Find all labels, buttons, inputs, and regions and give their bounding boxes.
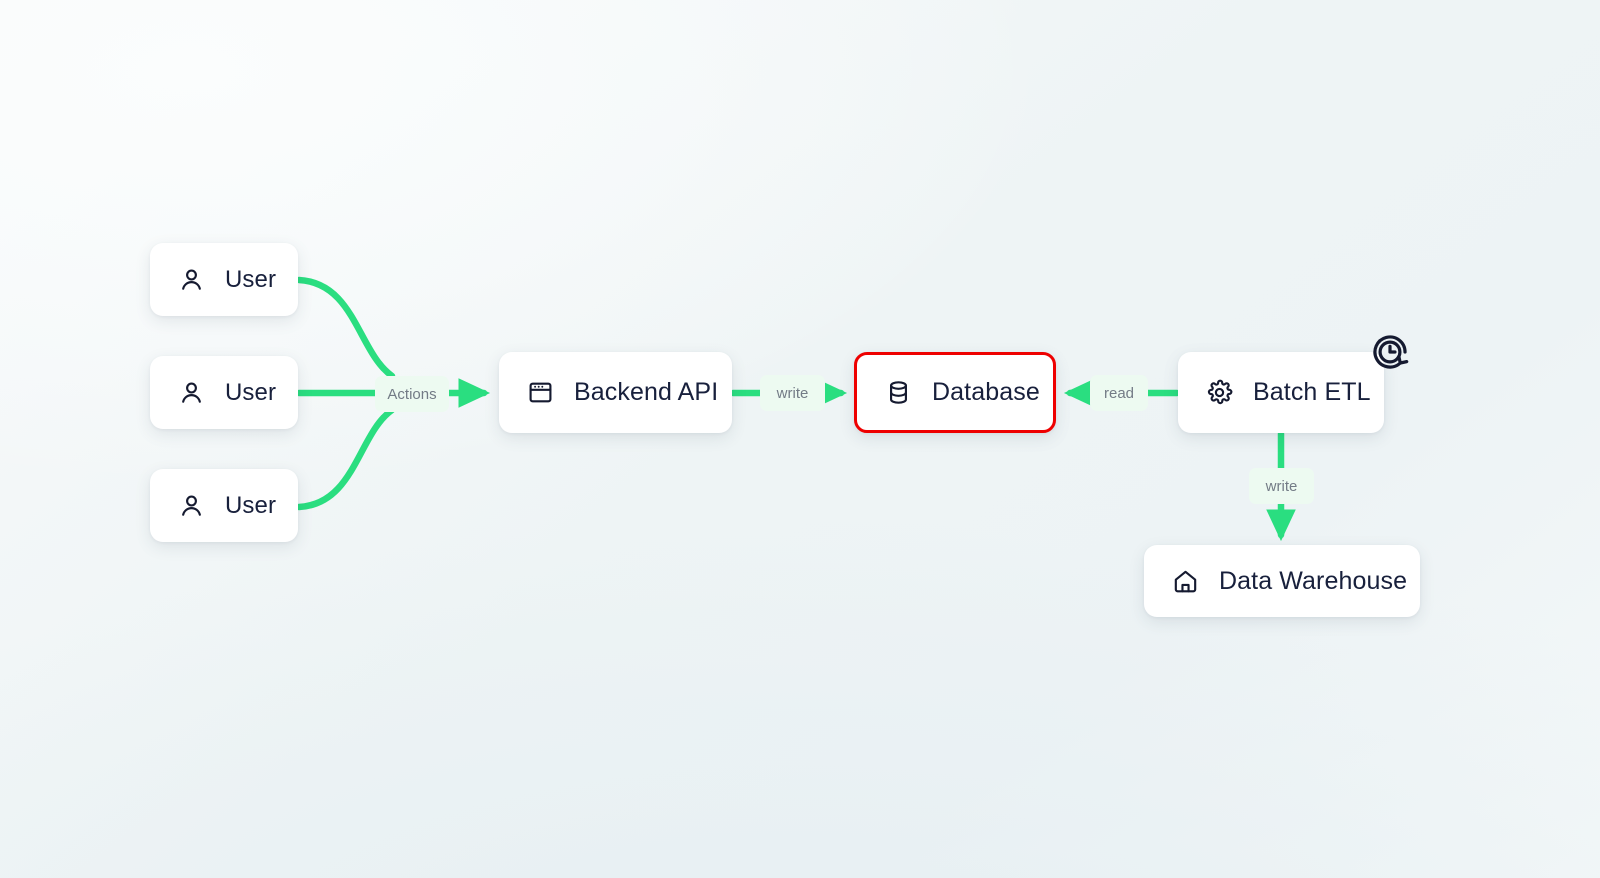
edge-label-text: Actions — [387, 385, 437, 403]
node-batch-etl[interactable]: Batch ETL — [1178, 352, 1384, 433]
node-user-2[interactable]: User — [150, 356, 298, 429]
clock-rotate-icon — [1368, 330, 1412, 374]
edge-label-write-etl-warehouse: write — [1249, 468, 1314, 504]
edge-label-text: read — [1103, 384, 1135, 402]
edge-label-read-etl-database: read — [1090, 375, 1148, 411]
diagram-canvas: User User User Backend API Database Batc… — [0, 0, 1600, 878]
node-data-warehouse[interactable]: Data Warehouse — [1144, 545, 1420, 617]
node-label: Batch ETL — [1253, 378, 1371, 406]
home-icon — [1170, 566, 1200, 596]
user-icon — [176, 378, 206, 408]
edge-user3-actions — [295, 406, 396, 511]
node-label: User — [225, 491, 277, 519]
edge-label-actions: Actions — [375, 376, 449, 412]
node-user-3[interactable]: User — [150, 469, 298, 542]
edges-layer — [295, 276, 1296, 542]
edge-user1-actions — [295, 276, 396, 380]
schedule-badge — [1368, 330, 1412, 374]
node-label: User — [225, 265, 277, 293]
edge-label-text: write — [776, 384, 809, 402]
user-icon — [176, 491, 206, 521]
edge-label-write-backend-database: write — [760, 375, 825, 411]
browser-window-icon — [525, 378, 555, 408]
database-icon — [883, 378, 913, 408]
node-label: User — [225, 378, 277, 406]
user-icon — [176, 265, 206, 295]
node-user-1[interactable]: User — [150, 243, 298, 316]
node-backend-api[interactable]: Backend API — [499, 352, 732, 433]
gear-icon — [1204, 378, 1234, 408]
node-label: Backend API — [574, 378, 719, 406]
node-label: Data Warehouse — [1219, 566, 1408, 595]
edge-label-text: write — [1265, 477, 1298, 495]
node-database[interactable]: Database — [854, 352, 1056, 433]
node-label: Database — [932, 378, 1040, 406]
